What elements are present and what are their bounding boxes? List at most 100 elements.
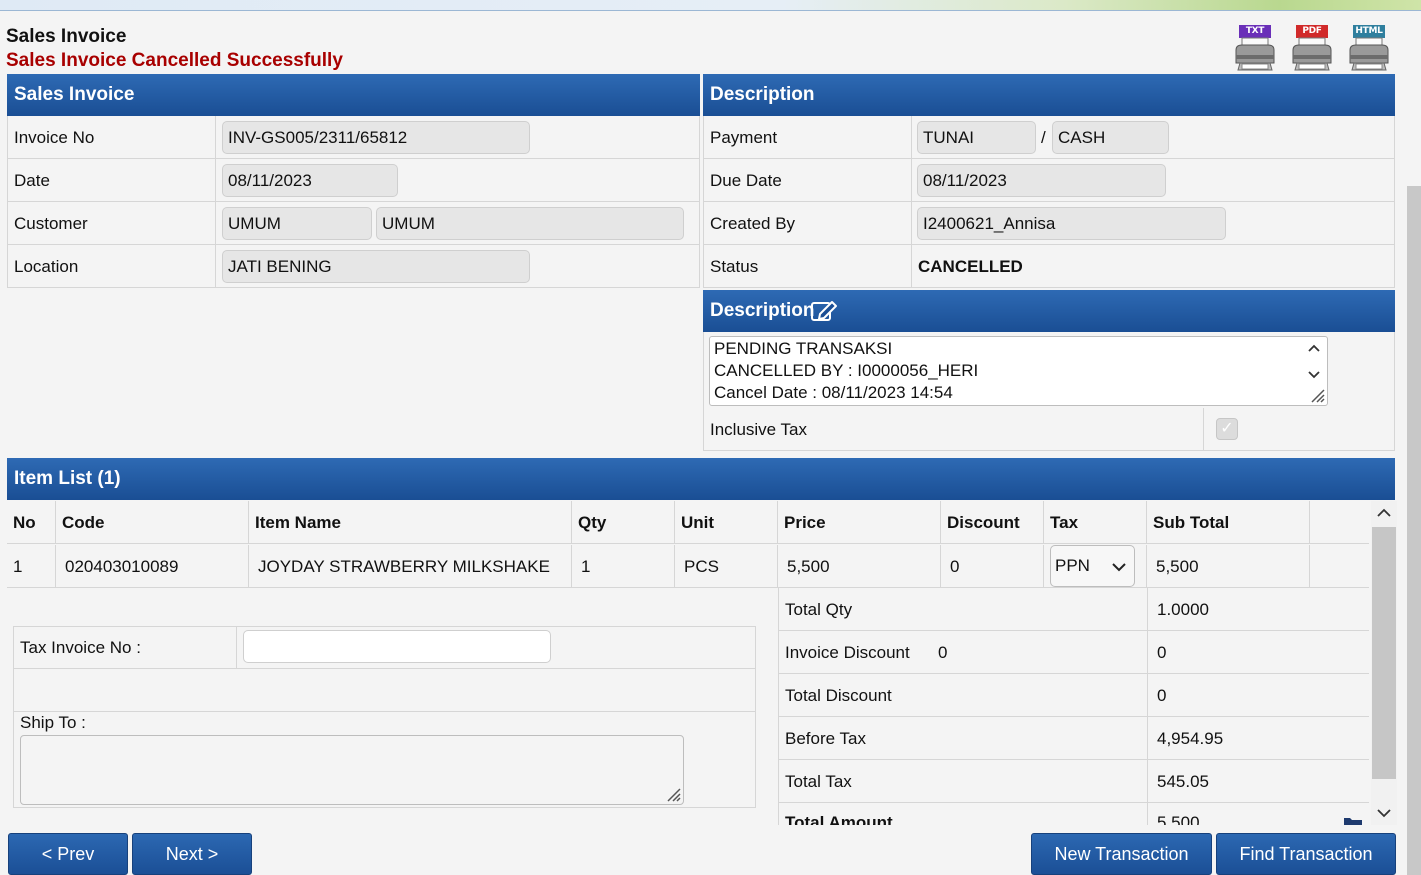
payment-method-field[interactable]: CASH <box>1052 121 1169 154</box>
page-title: Sales Invoice <box>6 26 127 47</box>
tax-invoice-input[interactable] <box>243 630 551 663</box>
description-line: Cancel Date : 08/11/2023 14:54 <box>714 383 953 402</box>
total-qty-row: Total Qty 1.0000 <box>778 588 1369 631</box>
next-button[interactable]: Next > <box>132 833 252 875</box>
tax-select-value: PPN <box>1055 556 1090 575</box>
total-qty-value: 1.0000 <box>1157 600 1209 619</box>
inclusive-tax-checkbox[interactable]: ✓ <box>1216 418 1238 440</box>
invoice-discount-label: Invoice Discount <box>785 643 910 662</box>
resize-grip-icon[interactable] <box>1307 385 1325 403</box>
created-by-label: Created By <box>710 214 796 233</box>
scroll-down-icon[interactable] <box>1307 370 1321 380</box>
customer-code-field[interactable]: UMUM <box>222 207 372 240</box>
sales-invoice-header: Sales Invoice <box>7 74 700 116</box>
scroll-up-icon[interactable] <box>1376 508 1392 518</box>
printer-icon <box>1235 37 1275 71</box>
total-amount-row: Total Amount 5,500 <box>778 803 1369 825</box>
scroll-down-icon[interactable] <box>1376 808 1392 818</box>
col-subtotal: Sub Total <box>1153 513 1230 532</box>
due-date-label: Due Date <box>710 171 782 190</box>
total-amount-value: 5,500 <box>1157 813 1200 825</box>
tax-invoice-label: Tax Invoice No : <box>20 638 141 657</box>
tax-select[interactable]: PPN <box>1050 545 1135 587</box>
edit-icon[interactable] <box>810 299 838 323</box>
col-code: Code <box>62 513 105 532</box>
customer-name-field[interactable]: UMUM <box>376 207 684 240</box>
top-banner <box>0 0 1421 11</box>
find-transaction-button[interactable]: Find Transaction <box>1216 833 1396 875</box>
item-table-header: No Code Item Name Qty Unit Price Discoun… <box>7 501 1369 544</box>
location-row: Location JATI BENING <box>7 245 700 288</box>
col-item-name: Item Name <box>255 513 341 532</box>
print-txt-button[interactable]: TXT <box>1232 23 1278 73</box>
row-unit: PCS <box>684 557 719 576</box>
due-date-row: Due Date 08/11/2023 <box>703 159 1395 202</box>
col-unit: Unit <box>681 513 715 532</box>
created-by-row: Created By I2400621_Annisa <box>703 202 1395 245</box>
spacer-row <box>13 668 756 712</box>
payment-row: Payment TUNAI / CASH <box>703 116 1395 159</box>
item-list-header: Item List (1) <box>7 458 1395 500</box>
customer-row: Customer UMUM UMUM <box>7 202 700 245</box>
invoice-discount-row: Invoice Discount 0 0 <box>778 631 1369 674</box>
page-scrollbar[interactable] <box>1407 186 1421 875</box>
before-tax-value: 4,954.95 <box>1157 729 1224 748</box>
row-discount: 0 <box>950 557 960 576</box>
row-price: 5,500 <box>787 557 830 576</box>
new-transaction-button[interactable]: New Transaction <box>1031 833 1212 875</box>
customer-label: Customer <box>14 214 88 233</box>
inclusive-tax-row: Inclusive Tax <box>703 408 1395 451</box>
invoice-no-field[interactable]: INV-GS005/2311/65812 <box>222 121 530 154</box>
total-tax-value: 545.05 <box>1157 772 1209 791</box>
col-no: No <box>13 513 36 532</box>
chevron-down-icon <box>1112 563 1126 572</box>
status-row: Status CANCELLED <box>703 245 1395 288</box>
due-date-field[interactable]: 08/11/2023 <box>917 164 1166 197</box>
status-message: Sales Invoice Cancelled Successfully <box>6 50 343 71</box>
location-field[interactable]: JATI BENING <box>222 250 530 283</box>
status-value: CANCELLED <box>918 257 1023 276</box>
invoice-no-row: Invoice No INV-GS005/2311/65812 <box>7 116 700 159</box>
prev-button[interactable]: < Prev <box>8 833 128 875</box>
description-line: PENDING TRANSAKSI <box>714 339 893 358</box>
invoice-discount-value: 0 <box>1157 643 1167 662</box>
printer-icon <box>1292 37 1332 71</box>
folder-icon[interactable] <box>1343 815 1363 825</box>
table-row[interactable]: 1 020403010089 JOYDAY STRAWBERRY MILKSHA… <box>7 545 1369 588</box>
date-field[interactable]: 08/11/2023 <box>222 164 398 197</box>
status-label: Status <box>710 257 759 276</box>
row-item-name: JOYDAY STRAWBERRY MILKSHAKE 180ML <box>258 557 552 576</box>
col-tax: Tax <box>1050 513 1079 532</box>
inclusive-tax-label: Inclusive Tax <box>710 420 808 439</box>
created-by-field[interactable]: I2400621_Annisa <box>917 207 1226 240</box>
printer-icon <box>1349 37 1389 71</box>
total-tax-label: Total Tax <box>785 772 852 791</box>
scroll-up-icon[interactable] <box>1307 343 1321 353</box>
row-no: 1 <box>13 557 23 576</box>
total-amount-label: Total Amount <box>785 813 893 825</box>
col-discount: Discount <box>947 513 1020 532</box>
total-discount-label: Total Discount <box>785 686 892 705</box>
date-row: Date 08/11/2023 <box>7 159 700 202</box>
total-tax-row: Total Tax 545.05 <box>778 760 1369 803</box>
row-code: 020403010089 <box>65 557 179 576</box>
description-line: CANCELLED BY : I0000056_HERI <box>714 361 979 380</box>
payment-type-field[interactable]: TUNAI <box>917 121 1036 154</box>
total-qty-label: Total Qty <box>785 600 853 619</box>
table-scrollbar-thumb[interactable] <box>1372 527 1396 779</box>
resize-grip-icon[interactable] <box>663 784 681 802</box>
ship-to-textarea[interactable] <box>20 735 684 805</box>
print-pdf-button[interactable]: PDF <box>1289 23 1335 73</box>
print-html-button[interactable]: HTML <box>1346 23 1392 73</box>
invoice-discount-input[interactable]: 0 <box>938 631 947 674</box>
row-qty: 1 <box>581 557 591 576</box>
invoice-no-label: Invoice No <box>14 128 95 147</box>
notes-header: Description <box>703 290 1395 332</box>
before-tax-label: Before Tax <box>785 729 866 748</box>
ship-to-label: Ship To : <box>20 713 86 732</box>
col-price: Price <box>784 513 826 532</box>
location-label: Location <box>14 257 79 276</box>
description-textarea[interactable]: PENDING TRANSAKSI CANCELLED BY : I000005… <box>709 336 1328 406</box>
before-tax-row: Before Tax 4,954.95 <box>778 717 1369 760</box>
total-discount-row: Total Discount 0 <box>778 674 1369 717</box>
